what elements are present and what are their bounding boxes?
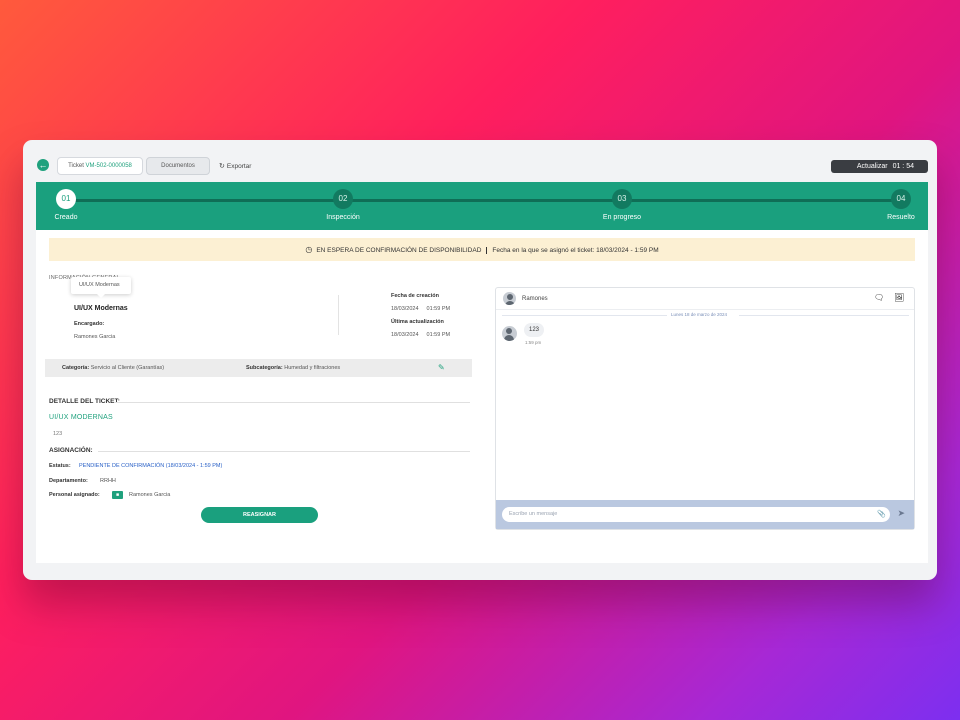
assignment-section-rule bbox=[98, 451, 470, 452]
chat-footer: Escribe un mensaje 📎 ➤ bbox=[496, 500, 914, 529]
export-label: Exportar bbox=[226, 163, 252, 170]
message-icon[interactable]: 🗨 bbox=[874, 293, 884, 302]
chat-panel: Ramones 🗨 🖼 Lunes 18 de marzo de 2024 12… bbox=[495, 287, 915, 530]
status-banner: ◷ EN ESPERA DE CONFIRMACIÓN DE DISPONIBIL… bbox=[49, 238, 915, 261]
step-label: Inspección bbox=[326, 214, 360, 221]
ticket-name: UI/UX Modernas bbox=[74, 305, 128, 312]
step-resolved[interactable]: 04 Resuelto bbox=[871, 189, 931, 221]
category-value: Servicio al Cliente (Garantías) bbox=[90, 365, 165, 371]
progress-stepper: 01 Creado 02 Inspección 03 En progreso 0… bbox=[36, 182, 928, 230]
category-field: Categoría: Servicio al Cliente (Garantía… bbox=[62, 359, 164, 377]
created-time: 01:59 PM bbox=[426, 306, 451, 312]
created-date-label: Fecha de creación bbox=[391, 293, 439, 299]
edit-icon[interactable]: ✎ bbox=[438, 359, 445, 377]
export-icon: ↻ bbox=[219, 163, 225, 170]
ticket-content: ◷ EN ESPERA DE CONFIRMACIÓN DE DISPONIBIL… bbox=[36, 230, 928, 563]
refresh-button[interactable]: Actualizar 01 : 54 bbox=[831, 160, 928, 173]
status-value[interactable]: PENDIENTE DE CONFIRMACIÓN (18/03/2024 - … bbox=[79, 463, 222, 469]
export-button[interactable]: ↻ Exportar bbox=[219, 162, 251, 170]
chat-header: Ramones 🗨 🖼 bbox=[496, 288, 914, 310]
updated-date-value: 18/03/2024 01:59 PM bbox=[391, 332, 450, 338]
assignee-label: Encargado: bbox=[74, 321, 105, 327]
banner-assigned-date: Fecha en la que se asignó el ticket: 18/… bbox=[492, 247, 659, 254]
category-bar: Categoría: Servicio al Cliente (Garantía… bbox=[45, 359, 472, 377]
step-created[interactable]: 01 Creado bbox=[36, 189, 96, 221]
detail-section-rule bbox=[114, 402, 470, 403]
status-label: Estatus: bbox=[49, 463, 71, 469]
banner-divider bbox=[486, 247, 488, 254]
step-number: 04 bbox=[891, 189, 911, 209]
assignment-section-title: ASIGNACIÓN: bbox=[49, 447, 93, 454]
updated-time: 01:59 PM bbox=[426, 332, 451, 338]
category-label: Categoría: bbox=[62, 365, 90, 371]
ticket-chip-label: Ticket bbox=[68, 163, 86, 169]
date-rule-left bbox=[502, 315, 667, 316]
send-icon[interactable]: ➤ bbox=[897, 508, 905, 519]
step-number: 02 bbox=[333, 189, 353, 209]
message-input-placeholder: Escribe un mensaje bbox=[509, 511, 558, 517]
updated-date: 18/03/2024 bbox=[391, 332, 419, 338]
documents-button[interactable]: Documentos bbox=[146, 157, 210, 175]
assignee-value: Ramones Garcia bbox=[74, 334, 116, 340]
department-label: Departamento: bbox=[49, 478, 88, 484]
avatar bbox=[502, 326, 517, 341]
ticket-chip-id: VM-502-0000058 bbox=[85, 163, 132, 169]
info-divider bbox=[338, 295, 339, 335]
message-time: 1:59 pm bbox=[525, 340, 542, 345]
step-label: En progreso bbox=[602, 214, 642, 221]
staff-label: Personal asignado: bbox=[49, 492, 100, 498]
chat-date-divider: Lunes 18 de marzo de 2024 bbox=[671, 312, 728, 317]
step-in-progress[interactable]: 03 En progreso bbox=[592, 189, 652, 221]
created-date: 18/03/2024 bbox=[391, 306, 419, 312]
app-window: ← Ticket VM-502-0000058 Documentos ↻ Expo… bbox=[23, 140, 937, 580]
message-bubble: 123 bbox=[524, 323, 544, 337]
step-number: 03 bbox=[612, 189, 632, 209]
detail-section-title: DETALLE DEL TICKET: bbox=[49, 398, 120, 405]
created-date-value: 18/03/2024 01:59 PM bbox=[391, 306, 450, 312]
department-value: RRHH bbox=[100, 478, 116, 484]
reassign-button[interactable]: REASIGNAR bbox=[201, 507, 318, 523]
message-input[interactable]: Escribe un mensaje 📎 bbox=[502, 507, 890, 522]
paperclip-icon[interactable]: 📎 bbox=[877, 507, 886, 522]
image-icon[interactable]: 🖼 bbox=[894, 293, 904, 302]
detail-title: UI/UX MODERNAS bbox=[49, 414, 113, 421]
ticket-id-chip[interactable]: Ticket VM-502-0000058 bbox=[57, 157, 143, 175]
staff-value: Ramones Garcia bbox=[129, 492, 171, 498]
clock-icon: ◷ bbox=[305, 245, 313, 254]
step-number: 01 bbox=[56, 189, 76, 209]
subcategory-value: Humedad y filtraciones bbox=[284, 365, 341, 371]
step-label: Creado bbox=[54, 214, 78, 221]
date-rule-right bbox=[739, 315, 909, 316]
refresh-label: Actualizar bbox=[856, 163, 888, 170]
refresh-countdown: 01 : 54 bbox=[892, 163, 914, 170]
banner-status: EN ESPERA DE CONFIRMACIÓN DE DISPONIBILI… bbox=[316, 247, 482, 254]
toolbar: ← Ticket VM-502-0000058 Documentos ↻ Expo… bbox=[23, 157, 937, 179]
subcategory-field: Subcategoría: Humedad y filtraciones bbox=[246, 359, 340, 377]
subcategory-label: Subcategoría: bbox=[246, 365, 283, 371]
id-card-icon: ■ bbox=[112, 491, 123, 499]
chat-contact-name: Ramones bbox=[522, 296, 548, 302]
avatar bbox=[503, 292, 516, 305]
ticket-name-tooltip: UI/UX Modernas bbox=[71, 277, 131, 298]
step-inspection[interactable]: 02 Inspección bbox=[313, 189, 373, 221]
back-arrow-icon[interactable]: ← bbox=[37, 159, 49, 171]
updated-date-label: Última actualización bbox=[391, 319, 444, 325]
detail-description: 123 bbox=[53, 431, 63, 437]
stepper-track bbox=[62, 199, 902, 202]
step-label: Resuelto bbox=[887, 214, 915, 221]
